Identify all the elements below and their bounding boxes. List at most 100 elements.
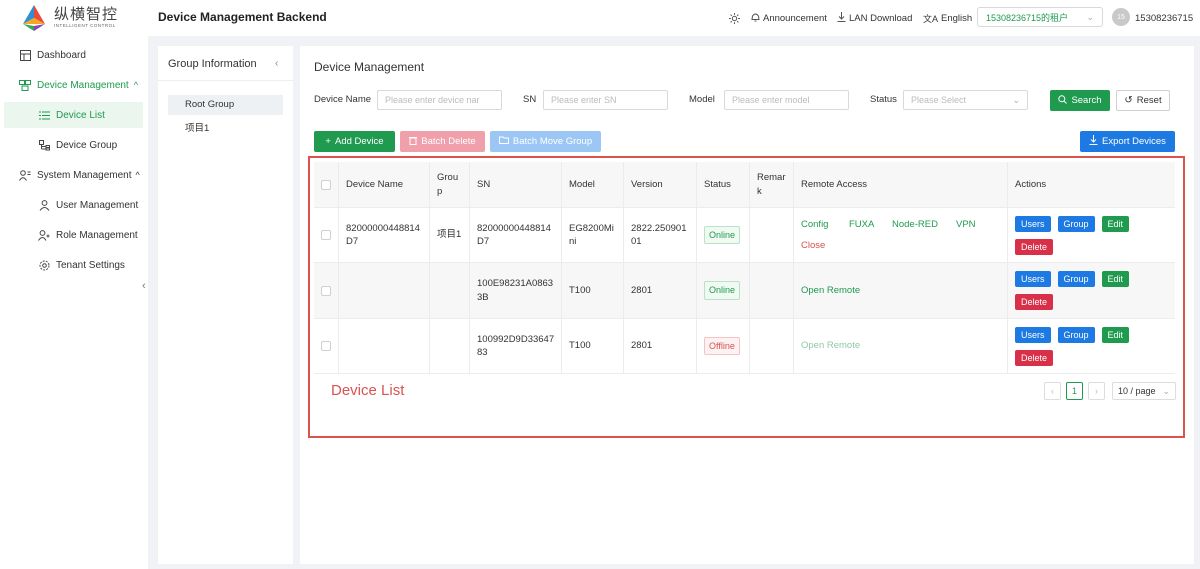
search-icon [1058,94,1068,107]
status-select[interactable]: Please Select ⌄ [903,90,1028,110]
page-size-select[interactable]: 10 / page ⌄ [1112,382,1176,400]
column-header: Device Name [339,162,430,207]
vpn-link[interactable]: VPN [956,218,976,231]
batch-delete-label: Batch Delete [421,136,476,147]
sidebar-item-device-list[interactable]: Device List [4,102,143,128]
group-item-root[interactable]: Root Group [168,95,283,115]
announcement-link[interactable]: Announcement [751,0,827,36]
chevron-down-icon: ⌄ [1012,95,1020,105]
sidebar-item-system-management[interactable]: System Management ^ [0,162,148,188]
sidebar-item-dashboard[interactable]: Dashboard [0,42,148,68]
open-remote-link: Open Remote [801,340,861,352]
sidebar-item-tenant-settings[interactable]: Tenant Settings [0,252,148,278]
gear-icon [38,259,50,271]
download-icon [837,11,846,25]
table-header: Device Name Grou p SN Model Version Stat… [314,162,1175,208]
column-header: Remote Access [794,162,1008,207]
column-header: Version [624,162,697,207]
table-row: 82000000448814 D7 项目1 82000000448814 D7 … [314,208,1175,263]
export-devices-label: Export Devices [1102,136,1166,147]
theme-toggle-icon[interactable] [729,0,740,36]
sn-label: SN [523,94,537,105]
next-page-icon[interactable]: › [1088,382,1105,400]
config-link[interactable]: Config [801,218,849,231]
page-number[interactable]: 1 [1066,382,1083,400]
sn-cell: 100E98231A0863 3B [470,263,562,318]
model-cell: T100 [562,263,624,318]
row-checkbox[interactable] [321,230,331,240]
group-button[interactable]: Group [1057,271,1095,287]
reset-button[interactable]: ↺ Reset [1116,90,1170,111]
edit-button[interactable]: Edit [1101,327,1130,343]
edit-button[interactable]: Edit [1101,271,1130,287]
page-title: Device Management Backend [158,10,327,24]
row-checkbox[interactable] [321,285,331,296]
device-name-cell: 82000000448814 D7 [339,208,430,262]
username[interactable]: 15308236715 [1135,0,1193,36]
row-checkbox[interactable] [321,341,331,351]
delete-button[interactable]: Delete [1015,350,1054,366]
users-button[interactable]: Users [1015,216,1051,232]
remark-cell [750,319,794,373]
delete-button[interactable]: Delete [1015,294,1054,310]
avatar[interactable]: 15 [1112,8,1130,26]
device-management-icon [19,79,31,91]
sidebar-item-label: Device Group [56,139,118,151]
add-device-button[interactable]: + Add Device [314,131,395,152]
column-header: Status [697,162,750,207]
collapse-panel-icon[interactable]: ‹ [275,58,278,69]
node-red-link[interactable]: Node-RED [892,218,956,231]
chevron-down-icon: ⌄ [1162,385,1170,396]
sn-input[interactable]: Please enter SN [543,90,668,110]
prev-page-icon[interactable]: ‹ [1044,382,1061,400]
edit-button[interactable]: Edit [1101,216,1130,232]
chevron-up-icon: ^ [133,80,138,90]
batch-delete-button[interactable]: Batch Delete [400,131,485,152]
sidebar-item-label: Tenant Settings [56,259,125,271]
sidebar-item-role-management[interactable]: Role Management [0,222,148,248]
tenant-select[interactable]: 15308236715的租户 ⌄ [977,7,1103,27]
column-header: Model [562,162,624,207]
actions-cell: Users Group Edit Delete [1008,319,1175,373]
users-button[interactable]: Users [1015,271,1051,287]
announcement-label: Announcement [763,12,827,24]
export-devices-button[interactable]: Export Devices [1080,131,1175,152]
group-button[interactable]: Group [1057,216,1095,232]
list-icon [38,109,50,121]
search-button[interactable]: Search [1050,90,1110,111]
bell-icon [751,12,760,25]
language-label: English [941,12,973,24]
sidebar-item-label: Device Management [37,79,129,91]
users-button[interactable]: Users [1015,327,1051,343]
sidebar-item-user-management[interactable]: User Management [0,192,148,218]
device-name-input[interactable]: Please enter device nar [377,90,502,110]
actions-cell: Users Group Edit Delete [1008,208,1175,262]
logo-text: 纵横智控 [54,6,119,24]
group-item-project1[interactable]: 项目1 [168,119,283,139]
status-select-placeholder: Please Select [911,95,967,105]
status-cell: Online [697,208,750,262]
lan-download-link[interactable]: LAN Download [837,0,912,36]
status-label: Status [870,94,897,105]
select-all-checkbox[interactable] [321,179,331,190]
logo-icon [23,5,45,31]
sidebar-item-device-group[interactable]: Device Group [0,132,148,158]
model-input[interactable]: Please enter model [724,90,849,110]
group-cell: 项目1 [430,208,470,262]
section-title: Device Management [314,60,425,74]
language-switcher[interactable]: 文A English [923,0,972,36]
open-remote-link[interactable]: Open Remote [801,284,860,297]
dashboard-icon [19,49,31,61]
sidebar-collapse-icon[interactable]: ‹ [142,280,154,294]
delete-button[interactable]: Delete [1015,239,1054,255]
fuxa-link[interactable]: FUXA [849,218,892,231]
search-button-label: Search [1071,95,1102,106]
remark-cell [750,263,794,318]
group-button[interactable]: Group [1057,327,1095,343]
row-select-cell [314,263,339,318]
select-all-cell [314,162,339,207]
role-icon [38,229,50,241]
sidebar-item-device-management[interactable]: Device Management ^ [0,72,148,98]
batch-move-group-button[interactable]: Batch Move Group [490,131,601,152]
close-remote-link[interactable]: Close [801,240,825,251]
